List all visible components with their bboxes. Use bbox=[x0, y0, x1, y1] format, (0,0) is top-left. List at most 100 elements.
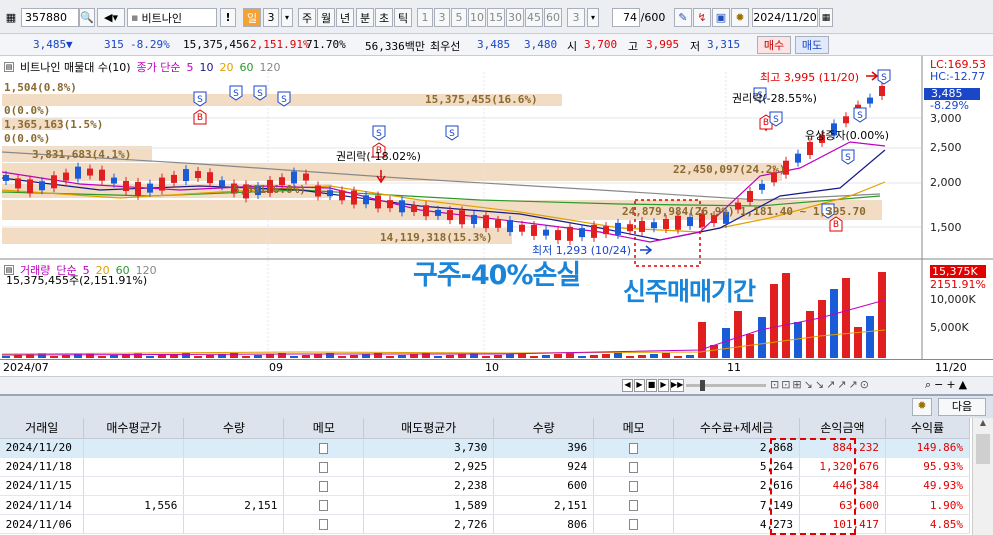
stock-name-field[interactable]: ▪ 비트나인 bbox=[127, 8, 217, 27]
memo-icon[interactable] bbox=[629, 442, 639, 454]
memo-icon[interactable] bbox=[629, 461, 639, 473]
current-price: 3,485 bbox=[33, 38, 67, 51]
cell-buy-memo bbox=[283, 514, 365, 535]
custom-minute[interactable]: 3 bbox=[567, 8, 585, 27]
high-label: 고 bbox=[628, 40, 639, 53]
col-return[interactable]: 수익률 bbox=[885, 418, 971, 439]
new-share-trading-period-note: 신주매매기간 bbox=[623, 277, 756, 306]
tab-year[interactable]: 년 bbox=[336, 8, 354, 27]
memo-icon[interactable] bbox=[319, 500, 329, 512]
min-45[interactable]: 45 bbox=[525, 8, 543, 27]
speaker-icon[interactable]: ◀▾ bbox=[97, 8, 125, 27]
profile-label-8: 24,879,984(26.9%) bbox=[622, 205, 735, 218]
col-trade-date[interactable]: 거래일 bbox=[0, 418, 85, 439]
volume-bar bbox=[698, 322, 706, 358]
min-30[interactable]: 30 bbox=[506, 8, 524, 27]
low-label: 저 bbox=[690, 40, 701, 53]
cell-buy-avg: 1,556 bbox=[83, 495, 185, 516]
volume-bar bbox=[146, 356, 154, 358]
table-row[interactable]: 2024/11/06 2,726 806 4,273 101,417 4.85% bbox=[0, 514, 971, 535]
min-5[interactable]: 5 bbox=[451, 8, 467, 27]
gear-icon[interactable]: ✹ bbox=[731, 8, 749, 27]
col-buy-memo[interactable]: 메모 bbox=[283, 418, 365, 439]
candle bbox=[519, 224, 525, 232]
menu-icon[interactable]: ▦ bbox=[3, 8, 19, 27]
scroll-right-icon[interactable]: ▶ bbox=[634, 379, 645, 392]
stop-icon[interactable]: ■ bbox=[646, 379, 657, 392]
memo-icon[interactable] bbox=[629, 519, 639, 531]
tab-day[interactable]: 일 bbox=[243, 8, 261, 27]
memo-icon[interactable] bbox=[629, 480, 639, 492]
sell-button[interactable]: 매도 bbox=[795, 36, 829, 54]
count-input[interactable]: 74 bbox=[612, 8, 640, 27]
zoom-icons[interactable]: ⌕−+▲ bbox=[925, 378, 970, 392]
cell-buy-avg bbox=[83, 514, 185, 535]
date-input[interactable]: 2024/11/20 bbox=[752, 8, 818, 27]
tab-minute[interactable]: 분 bbox=[356, 8, 374, 27]
save-icon[interactable]: ▣ bbox=[712, 8, 730, 27]
min-3[interactable]: 3 bbox=[434, 8, 450, 27]
period-dropdown-icon[interactable]: ▾ bbox=[281, 8, 293, 27]
scroll-thumb[interactable] bbox=[976, 434, 990, 464]
min-1[interactable]: 1 bbox=[417, 8, 433, 27]
down-arrow-icon: ▼ bbox=[66, 38, 73, 51]
min-10[interactable]: 10 bbox=[468, 8, 486, 27]
candle bbox=[435, 209, 441, 216]
tab-week[interactable]: 주 bbox=[298, 8, 316, 27]
tab-second[interactable]: 초 bbox=[375, 8, 393, 27]
custom-minute-dropdown-icon[interactable]: ▾ bbox=[587, 8, 599, 27]
period-number[interactable]: 3 bbox=[263, 8, 279, 27]
scroll-left-icon[interactable]: ◀ bbox=[622, 379, 633, 392]
candle bbox=[603, 226, 609, 235]
memo-icon[interactable] bbox=[319, 519, 329, 531]
candle bbox=[15, 178, 21, 189]
fast-forward-icon[interactable]: ▶▶ bbox=[670, 379, 684, 392]
svg-text:S: S bbox=[257, 89, 263, 99]
table-row[interactable]: 2024/11/14 1,556 2,151 1,589 2,151 7,149 63,60… bbox=[0, 495, 971, 516]
col-buy-qty[interactable]: 수량 bbox=[183, 418, 285, 439]
col-buy-avg[interactable]: 매수평균가 bbox=[83, 418, 185, 439]
min-60[interactable]: 60 bbox=[544, 8, 562, 27]
alert-button[interactable]: ! bbox=[220, 8, 236, 27]
calendar-icon[interactable]: ▦ bbox=[819, 8, 833, 27]
memo-icon[interactable] bbox=[319, 461, 329, 473]
svg-text:B: B bbox=[197, 113, 203, 123]
min-15[interactable]: 15 bbox=[487, 8, 505, 27]
col-sell-avg[interactable]: 매도평균가 bbox=[363, 418, 495, 439]
drawing-tool-icons[interactable]: ⊡⊡⊞↘↘↗↗↗⊙ bbox=[770, 378, 871, 391]
next-button[interactable]: 다음 bbox=[938, 398, 986, 416]
search-icon[interactable]: 🔍 bbox=[79, 8, 95, 27]
scroll-up-icon[interactable]: ▲ bbox=[973, 418, 993, 432]
memo-icon[interactable] bbox=[319, 442, 329, 454]
candle bbox=[303, 173, 309, 181]
col-sell-qty[interactable]: 수량 bbox=[493, 418, 595, 439]
legend-ma-5: 5 bbox=[186, 60, 194, 74]
grid-settings-icon[interactable]: ✹ bbox=[912, 398, 932, 416]
col-fees[interactable]: 수수료+제세금 bbox=[673, 418, 800, 439]
tab-month[interactable]: 월 bbox=[317, 8, 335, 27]
rights-annotation-2: 권리락(-28.55%) bbox=[732, 92, 817, 105]
table-row[interactable]: 2024/11/15 2,238 600 2,616 446,384 49.93% bbox=[0, 476, 971, 497]
indicator-icon[interactable]: ↯ bbox=[693, 8, 711, 27]
table-row[interactable]: 2024/11/20 3,730 396 2,868 884,232 149.86% bbox=[0, 438, 971, 458]
zoom-slider-handle[interactable] bbox=[700, 380, 705, 391]
trade-history-grid: 거래일 매수평균가 수량 메모 매도평균가 수량 메모 수수료+제세금 손익금액… bbox=[0, 418, 993, 535]
volume-bar bbox=[458, 354, 466, 358]
grid-vertical-scrollbar[interactable]: ▲ bbox=[972, 418, 993, 535]
table-row[interactable]: 2024/11/18 2,925 924 5,264 1,320,676 95.93% bbox=[0, 457, 971, 477]
legend-toggle-icon[interactable]: ▤ bbox=[4, 62, 14, 72]
col-pnl[interactable]: 손익금액 bbox=[799, 418, 886, 439]
tab-tick[interactable]: 틱 bbox=[394, 8, 412, 27]
play-icon[interactable]: ▶ bbox=[658, 379, 669, 392]
col-sell-memo[interactable]: 메모 bbox=[593, 418, 675, 439]
stock-code-input[interactable]: 357880 bbox=[21, 8, 79, 27]
memo-icon[interactable] bbox=[629, 500, 639, 512]
profile-label-3: 1,365,163(1.5%) bbox=[4, 118, 104, 131]
buy-button[interactable]: 매수 bbox=[757, 36, 791, 54]
volume-bar bbox=[782, 273, 790, 358]
volume-bar bbox=[158, 355, 166, 358]
tools-icon[interactable]: ✎ bbox=[674, 8, 692, 27]
candle bbox=[495, 219, 501, 228]
zoom-slider[interactable] bbox=[686, 384, 766, 387]
memo-icon[interactable] bbox=[319, 480, 329, 492]
